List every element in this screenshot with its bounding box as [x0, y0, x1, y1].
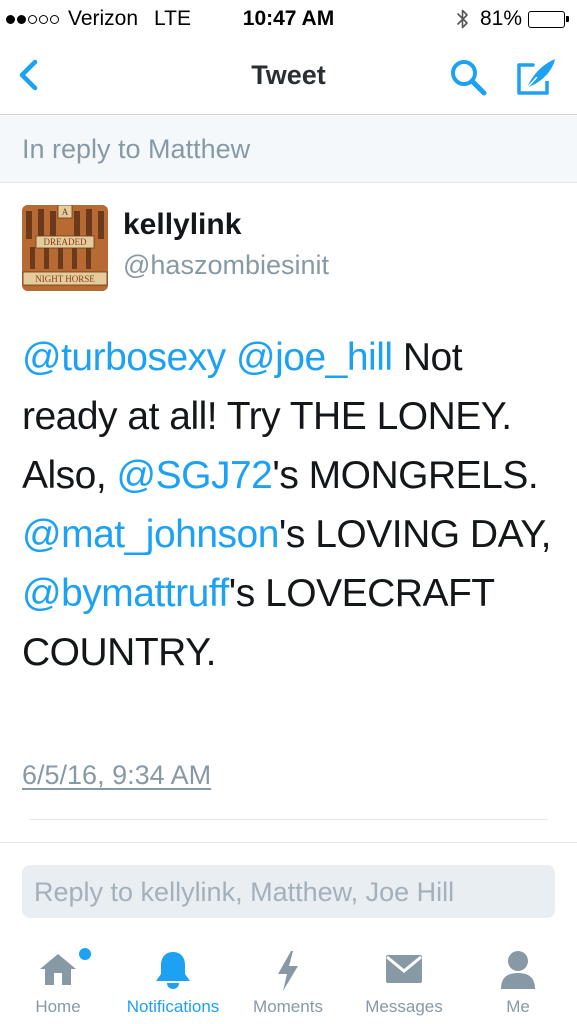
reply-context-text: In reply to Matthew — [22, 134, 251, 164]
avatar-text-dreaded: DREADED — [44, 237, 87, 247]
tweet-text-segment: 's LOVING DAY, — [278, 513, 552, 556]
tweet-text-segment — [226, 336, 236, 379]
bell-icon — [156, 952, 190, 989]
tab-label-notifications: Notifications — [126, 997, 220, 1016]
tab-label-messages: Messages — [365, 997, 443, 1016]
reply-bar: Reply to kellylink, Matthew, Joe Hill — [0, 842, 577, 940]
navigation-bar: Tweet — [0, 38, 577, 115]
search-icon[interactable] — [448, 57, 492, 97]
tab-home[interactable]: Home — [18, 940, 98, 1024]
mention-link[interactable]: @SGJ72 — [117, 454, 273, 497]
divider — [30, 819, 548, 820]
avatar[interactable]: A DREADED NIGHT HORSE — [22, 205, 108, 291]
tab-label-home: Home — [35, 997, 81, 1016]
chevron-left-icon[interactable] — [12, 55, 48, 95]
envelope-icon — [386, 955, 422, 983]
tab-notifications[interactable]: Notifications — [114, 940, 232, 1024]
avatar-image: A DREADED NIGHT HORSE — [22, 205, 108, 291]
lightning-icon — [278, 951, 298, 991]
avatar-text-a: A — [62, 207, 69, 217]
tweet-timestamp[interactable]: 6/5/16, 9:34 AM — [22, 760, 211, 791]
author-handle[interactable]: @haszombiesinit — [123, 250, 329, 281]
home-notification-dot — [79, 948, 91, 960]
reply-placeholder: Reply to kellylink, Matthew, Joe Hill — [34, 877, 455, 907]
tweet-text-segment: 's MONGRELS. — [272, 454, 539, 497]
reply-input[interactable]: Reply to kellylink, Matthew, Joe Hill — [22, 865, 555, 918]
tab-moments[interactable]: Moments — [247, 940, 329, 1024]
home-icon — [40, 954, 76, 985]
mention-link[interactable]: @turbosexy — [22, 336, 226, 379]
mention-link[interactable]: @joe_hill — [236, 336, 393, 379]
tab-label-moments: Moments — [253, 997, 323, 1016]
mention-link[interactable]: @bymattruff — [22, 572, 229, 615]
reply-context-bar[interactable]: In reply to Matthew — [0, 116, 577, 183]
status-right: 81% — [456, 7, 569, 31]
compose-icon[interactable] — [513, 55, 561, 99]
battery-percent: 81% — [479, 7, 522, 30]
status-bar: Verizon LTE 10:47 AM 81% — [0, 0, 577, 38]
tab-messages[interactable]: Messages — [356, 940, 452, 1024]
mention-link[interactable]: @mat_johnson — [22, 513, 279, 556]
bluetooth-icon — [457, 9, 468, 29]
person-icon — [501, 951, 535, 989]
battery-icon — [528, 10, 569, 28]
author-name[interactable]: kellylink — [123, 208, 241, 242]
tab-me[interactable]: Me — [488, 940, 548, 1024]
tab-bar: Home Notifications Moments Messages Me — [0, 940, 577, 1024]
avatar-text-night-horse: NIGHT HORSE — [35, 274, 95, 284]
tab-label-me: Me — [506, 997, 530, 1016]
tweet-text: @turbosexy @joe_hill Not ready at all! T… — [22, 328, 562, 682]
